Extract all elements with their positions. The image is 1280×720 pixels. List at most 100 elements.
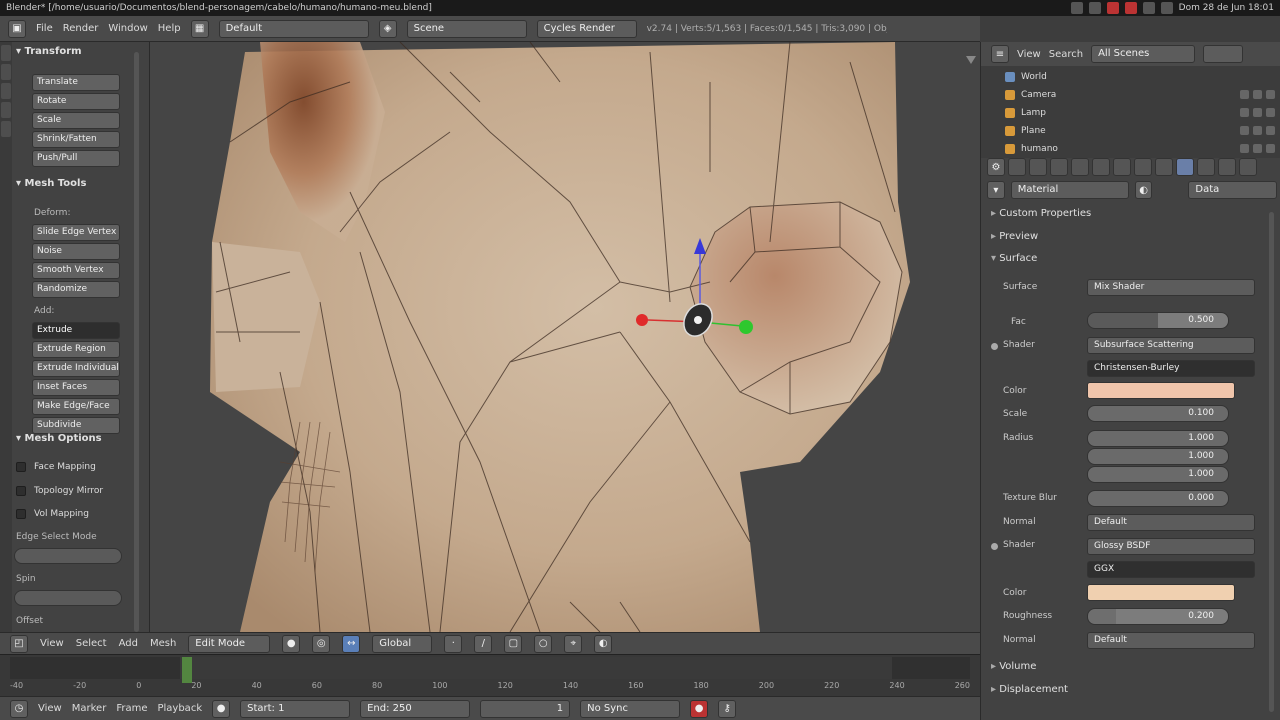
outliner-menu-search[interactable]: Search <box>1049 49 1083 60</box>
menu-help[interactable]: Help <box>158 23 181 34</box>
viewport-editor-type-icon[interactable]: ◰ <box>10 634 28 653</box>
keying-set-icon[interactable]: ⚷ <box>718 699 737 718</box>
properties-editor-type-icon[interactable]: ⚙ <box>987 158 1005 176</box>
end-frame-field[interactable]: End: 250 <box>360 699 471 718</box>
record-keyframe-icon[interactable]: ● <box>212 699 231 718</box>
manipulator-icon[interactable]: ↔ <box>342 634 361 653</box>
render-icon[interactable] <box>1266 90 1275 99</box>
menu-add[interactable]: Add <box>119 638 138 649</box>
fac-slider[interactable]: 0.500 <box>1087 312 1229 329</box>
layout-selector[interactable]: Default <box>218 19 369 38</box>
roughness-slider[interactable]: 0.200 <box>1087 608 1229 625</box>
timeline-playhead[interactable] <box>182 657 192 683</box>
mode-selector[interactable]: Edit Mode <box>188 634 271 653</box>
outliner-menu-view[interactable]: View <box>1017 49 1041 60</box>
outliner-row-world[interactable]: World <box>1005 68 1275 85</box>
face-select-icon[interactable]: ▢ <box>504 634 523 653</box>
select-icon[interactable] <box>1253 144 1262 153</box>
timeline-menu-marker[interactable]: Marker <box>72 703 107 714</box>
mesh-tools-header[interactable]: Mesh Tools <box>16 178 87 189</box>
visibility-icon[interactable] <box>1240 126 1249 135</box>
select-icon[interactable] <box>1253 126 1262 135</box>
world-tab-icon[interactable] <box>1071 158 1089 176</box>
object-context-icon[interactable]: ▾ <box>987 181 1005 199</box>
shader1-selector[interactable]: Subsurface Scattering <box>1087 337 1255 354</box>
select-icon[interactable] <box>1253 108 1262 117</box>
y-axis-handle[interactable] <box>739 320 753 334</box>
menu-select[interactable]: Select <box>76 638 107 649</box>
clock[interactable]: Dom 28 de Jun 18:01 <box>1179 0 1274 16</box>
editor-type-icon[interactable]: ▣ <box>8 19 26 38</box>
transform-panel-header[interactable]: Transform <box>16 46 82 57</box>
timeline-menu-view[interactable]: View <box>38 703 62 714</box>
render-preview-icon[interactable]: ◐ <box>594 634 613 653</box>
pivot-icon[interactable]: ◎ <box>312 634 331 653</box>
radius-z-field[interactable]: 1.000 <box>1087 466 1229 483</box>
render-engine-selector[interactable]: Cycles Render <box>536 19 637 38</box>
extrude-dropdown[interactable]: Extrude <box>32 322 120 339</box>
constraints-tab-icon[interactable] <box>1113 158 1131 176</box>
vol-mapping-checkbox[interactable]: Vol Mapping <box>16 509 89 519</box>
outliner-row-humano[interactable]: humano <box>1005 140 1275 157</box>
material-slot-field[interactable]: Material <box>1010 181 1129 199</box>
menu-file[interactable]: File <box>36 23 53 34</box>
shading-icon[interactable]: ● <box>282 634 301 653</box>
material-tab-icon[interactable] <box>1176 158 1194 176</box>
surface-shader-selector[interactable]: Mix Shader <box>1087 279 1255 296</box>
outliner-editor-type-icon[interactable]: ≡ <box>991 45 1009 63</box>
scale-slider[interactable]: 0.100 <box>1087 405 1229 422</box>
outliner-display-selector[interactable]: All Scenes <box>1091 45 1196 63</box>
falloff-selector[interactable]: Christensen-Burley <box>1087 360 1255 377</box>
tab-create[interactable] <box>1 64 11 80</box>
layout-icon[interactable]: ▦ <box>190 19 209 38</box>
material-slot-icon[interactable]: ◐ <box>1134 181 1153 199</box>
folder-icon[interactable] <box>1088 2 1101 14</box>
mesh-options-header[interactable]: Mesh Options <box>16 433 102 444</box>
socket-icon[interactable] <box>991 343 998 350</box>
shrink-fatten-button[interactable]: Shrink/Fatten <box>32 131 120 148</box>
visibility-icon[interactable] <box>1240 108 1249 117</box>
inset-faces-button[interactable]: Inset Faces <box>32 379 120 396</box>
menu-window[interactable]: Window <box>108 23 147 34</box>
orientation-selector[interactable]: Global <box>372 634 433 653</box>
render-icon[interactable] <box>1266 108 1275 117</box>
render-icon[interactable] <box>1266 126 1275 135</box>
timeline-menu-playback[interactable]: Playback <box>157 703 202 714</box>
tool-shelf-scrollbar[interactable] <box>134 52 139 632</box>
outliner-row-camera[interactable]: Camera <box>1005 86 1275 103</box>
scale-button[interactable]: Scale <box>32 112 120 129</box>
extrude-region-button[interactable]: Extrude Region <box>32 341 120 358</box>
normal2-selector[interactable]: Default <box>1087 632 1255 649</box>
face-mapping-checkbox[interactable]: Face Mapping <box>16 462 96 472</box>
translate-button[interactable]: Translate <box>32 74 120 91</box>
custom-properties-section[interactable]: Custom Properties <box>991 208 1091 219</box>
visibility-icon[interactable] <box>1240 90 1249 99</box>
timeline[interactable]: -40 -20 0 20 40 60 80 100 120 140 160 18… <box>0 654 980 696</box>
distribution-selector[interactable]: GGX <box>1087 561 1255 578</box>
x-axis-handle[interactable] <box>636 314 648 326</box>
scene-icon[interactable]: ◈ <box>378 19 397 38</box>
noise-button[interactable]: Noise <box>32 243 120 260</box>
data-tab-icon[interactable] <box>1155 158 1173 176</box>
chrome-icon[interactable] <box>1070 2 1083 14</box>
3d-cursor-icon[interactable] <box>694 316 702 324</box>
push-pull-button[interactable]: Push/Pull <box>32 150 120 167</box>
timeline-editor-type-icon[interactable]: ◷ <box>10 699 28 718</box>
volume-icon[interactable] <box>1160 2 1173 14</box>
object-tab-icon[interactable] <box>1092 158 1110 176</box>
preview-section[interactable]: Preview <box>991 231 1038 242</box>
power-icon[interactable] <box>1124 2 1137 14</box>
outliner-search-field[interactable] <box>1203 45 1244 63</box>
particles-tab-icon[interactable] <box>1218 158 1236 176</box>
current-frame-field[interactable]: 1 <box>480 699 571 718</box>
slide-edge-button[interactable]: Slide Edge Vertex <box>32 224 120 241</box>
outliner-row-plane[interactable]: Plane <box>1005 122 1275 139</box>
modifiers-tab-icon[interactable] <box>1134 158 1152 176</box>
menu-view[interactable]: View <box>40 638 64 649</box>
select-icon[interactable] <box>1253 90 1262 99</box>
menu-mesh[interactable]: Mesh <box>150 638 176 649</box>
render-tab-icon[interactable] <box>1008 158 1026 176</box>
3d-viewport[interactable] <box>150 42 980 632</box>
vertex-select-icon[interactable]: · <box>444 634 463 653</box>
shader2-selector[interactable]: Glossy BSDF <box>1087 538 1255 555</box>
